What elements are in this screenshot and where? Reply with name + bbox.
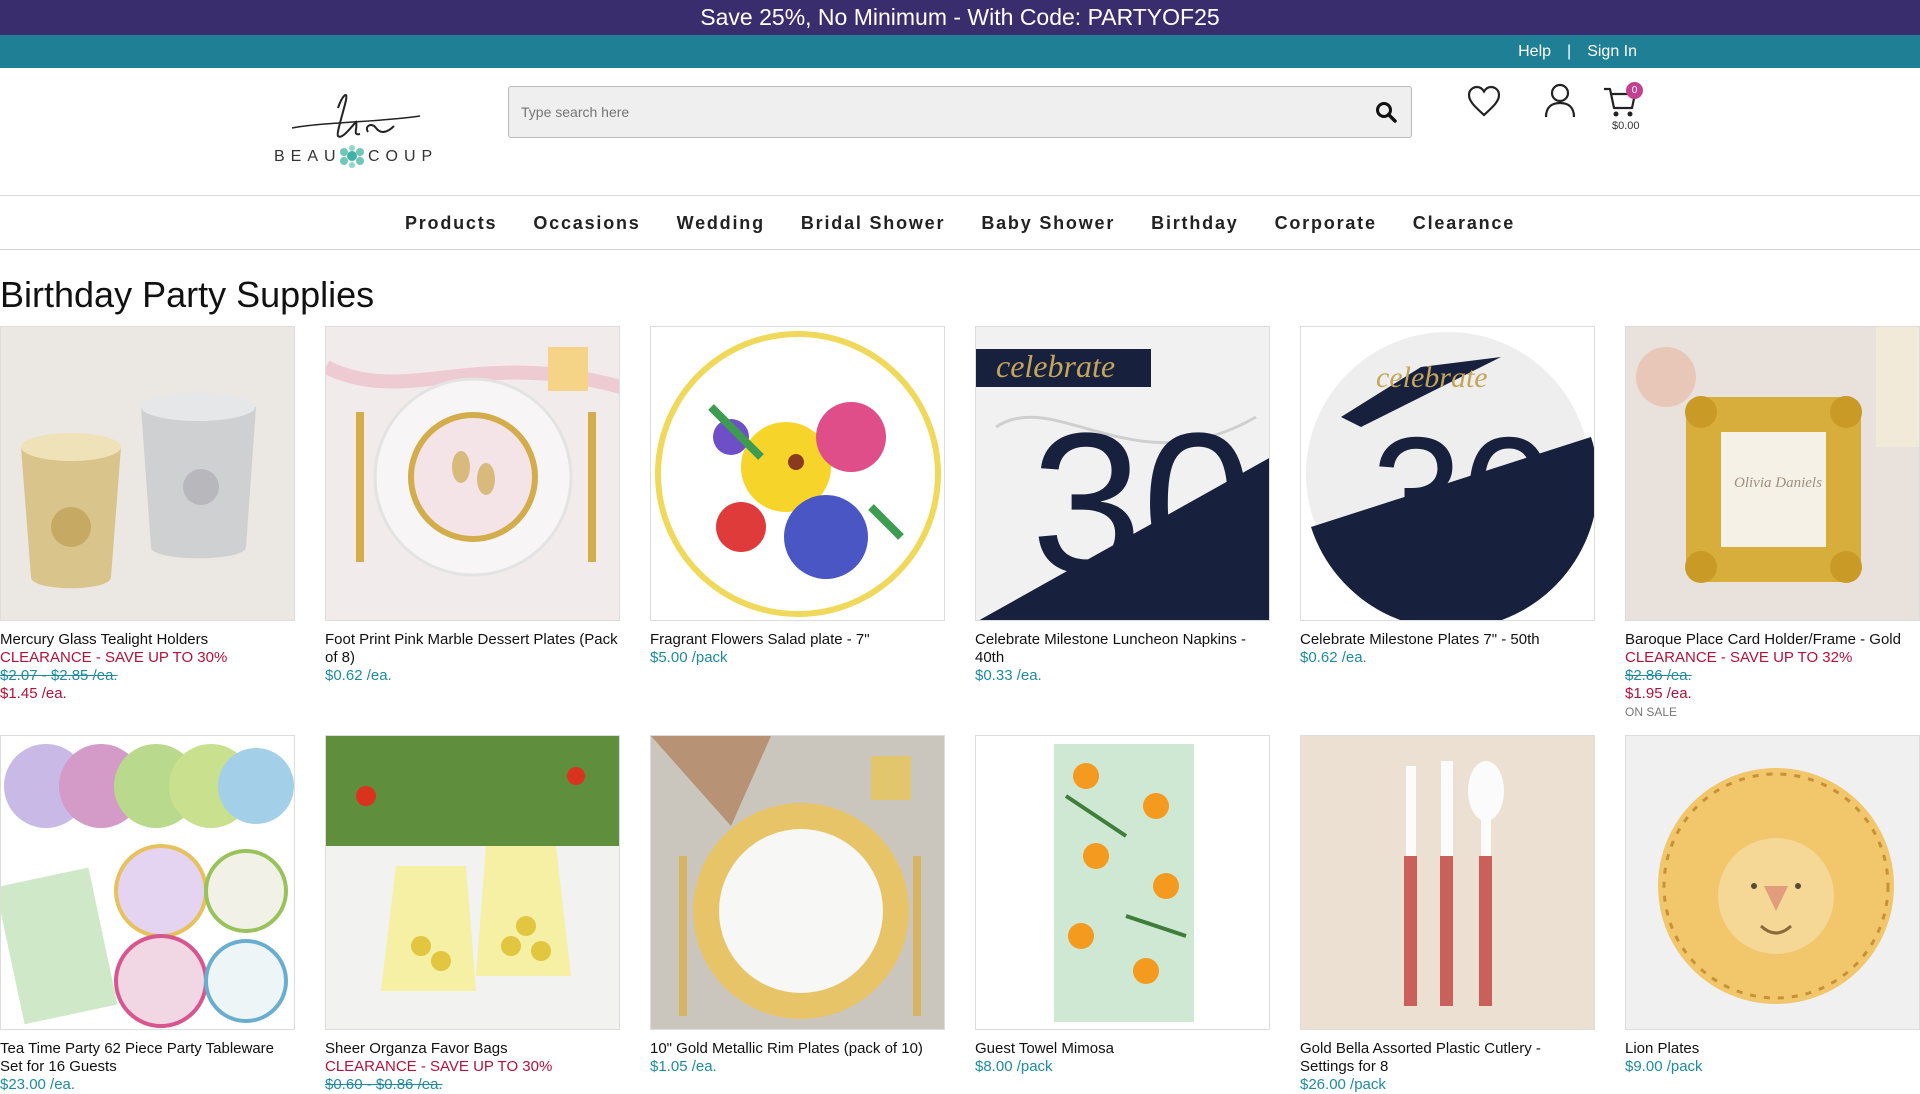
product-price: $23.00 /ea. [0,1076,76,1093]
product-image-lion-plates[interactable] [1625,735,1920,1030]
nav-item-wedding[interactable]: Wedding [659,196,783,250]
search-icon[interactable] [1375,101,1397,123]
nav-item-corporate[interactable]: Corporate [1257,196,1395,250]
product-price: $5.00 /pack [650,649,728,666]
product-card[interactable]: celebrate 30 Celebrate Milestone Plates 7… [1300,326,1595,667]
promo-text: Save 25%, No Minimum - With Code: PARTYO… [700,4,1220,30]
product-card[interactable]: Foot Print Pink Marble Dessert Plates (P… [325,326,620,685]
product-name[interactable]: Baroque Place Card Holder/Frame - Gold [1625,631,1920,649]
product-card[interactable]: Fragrant Flowers Salad plate - 7" $5.00 … [650,326,945,667]
cart-total: $0.00 [1612,120,1640,132]
wishlist-heart-icon[interactable] [1466,84,1502,120]
product-card[interactable]: Gold Bella Assorted Plastic Cutlery - Se… [1300,735,1595,1094]
celebrate-script-plate: celebrate [1376,361,1488,394]
logo-wordmark-left: BEAU [274,148,342,165]
product-name[interactable]: Fragrant Flowers Salad plate - 7" [650,631,945,649]
page-title: Birthday Party Supplies [0,274,375,315]
nav-item-bridal-shower[interactable]: Bridal Shower [783,196,963,250]
nav-item-baby-shower[interactable]: Baby Shower [963,196,1133,250]
product-name[interactable]: Mercury Glass Tealight Holders [0,631,295,649]
nav-item-clearance[interactable]: Clearance [1395,196,1533,250]
search-input[interactable] [509,87,1349,137]
milestone-number-napkin: 30 [1031,392,1253,615]
frame-name-text: Olivia Daniels [1734,475,1822,491]
help-link[interactable]: Help [1518,43,1551,60]
product-image-foot-print-plates[interactable] [325,326,620,621]
nav-item-products[interactable]: Products [387,196,515,250]
original-price: $2.86 /ea. [1625,667,1692,684]
utility-separator: | [1567,43,1572,60]
sign-in-link[interactable]: Sign In [1587,43,1637,60]
site-header: BEAU COUP 0 $0.00 [0,68,1920,196]
product-card[interactable]: celebrate 30 Celebrate Milestone Luncheon… [975,326,1270,685]
product-price: $26.00 /pack [1300,1076,1386,1093]
clearance-label: CLEARANCE - SAVE UP TO 30% [0,649,228,666]
product-price: $0.33 /ea. [975,667,1042,684]
promo-banner[interactable]: Save 25%, No Minimum - With Code: PARTYO… [0,0,1920,35]
account-user-icon[interactable] [1542,82,1578,118]
original-price: $0.60 - $0.86 /ea. [325,1076,443,1093]
product-image-baroque-frame[interactable]: Olivia Daniels [1625,326,1920,621]
site-logo[interactable]: BEAU COUP [272,86,437,176]
sale-price: $1.45 /ea. [0,685,67,702]
product-card[interactable]: Olivia Daniels Baroque Place Card Holder… [1625,326,1920,721]
clearance-label: CLEARANCE - SAVE UP TO 30% [325,1058,553,1075]
product-name[interactable]: Tea Time Party 62 Piece Party Tableware … [0,1040,295,1076]
product-image-milestone-napkins[interactable]: celebrate 30 [975,326,1270,621]
product-name[interactable]: Sheer Organza Favor Bags [325,1040,620,1058]
product-image-organza-bags[interactable] [325,735,620,1030]
product-card[interactable]: Guest Towel Mimosa $8.00 /pack [975,735,1270,1076]
product-name[interactable]: Lion Plates [1625,1040,1920,1058]
product-price: $9.00 /pack [1625,1058,1703,1075]
product-card[interactable]: 10" Gold Metallic Rim Plates (pack of 10… [650,735,945,1076]
product-image-mercury-glass[interactable] [0,326,295,621]
product-name[interactable]: Foot Print Pink Marble Dessert Plates (P… [325,631,620,667]
search-box [508,86,1412,138]
product-image-fragrant-flowers[interactable] [650,326,945,621]
main-nav: Products Occasions Wedding Bridal Shower… [0,196,1920,250]
product-image-gold-rim-plates[interactable] [650,735,945,1030]
product-name[interactable]: Gold Bella Assorted Plastic Cutlery - Se… [1300,1040,1595,1076]
product-image-milestone-plates[interactable]: celebrate 30 [1300,326,1595,621]
clearance-label: CLEARANCE - SAVE UP TO 32% [1625,649,1853,666]
nav-item-birthday[interactable]: Birthday [1133,196,1256,250]
product-card[interactable]: Mercury Glass Tealight Holders CLEARANCE… [0,326,295,703]
product-image-guest-towel-mimosa[interactable] [975,735,1270,1030]
milestone-number-plate: 30 [1371,403,1555,587]
logo-wordmark-right: COUP [368,148,439,165]
product-card[interactable]: Sheer Organza Favor Bags CLEARANCE - SAV… [325,735,620,1094]
utility-bar: Help | Sign In [0,35,1920,68]
product-name[interactable]: Guest Towel Mimosa [975,1040,1270,1058]
product-card[interactable]: Lion Plates $9.00 /pack [1625,735,1920,1076]
celebrate-script-napkin: celebrate [996,348,1115,384]
product-card[interactable]: Tea Time Party 62 Piece Party Tableware … [0,735,295,1094]
product-image-gold-bella-cutlery[interactable] [1300,735,1595,1030]
cart-count-badge: 0 [1626,82,1643,99]
product-image-tea-time-set[interactable] [0,735,295,1030]
product-price: $8.00 /pack [975,1058,1053,1075]
original-price: $2.07 - $2.85 /ea. [0,667,118,684]
sale-price: $1.95 /ea. [1625,685,1692,702]
nav-item-occasions[interactable]: Occasions [515,196,658,250]
product-price: $0.62 /ea. [325,667,392,684]
product-price: $0.62 /ea. [1300,649,1367,666]
product-name[interactable]: Celebrate Milestone Luncheon Napkins - 4… [975,631,1270,667]
product-name[interactable]: Celebrate Milestone Plates 7" - 50th [1300,631,1595,649]
product-name[interactable]: 10" Gold Metallic Rim Plates (pack of 10… [650,1040,945,1058]
on-sale-label: ON SALE [1625,705,1678,719]
product-price: $1.05 /ea. [650,1058,717,1075]
